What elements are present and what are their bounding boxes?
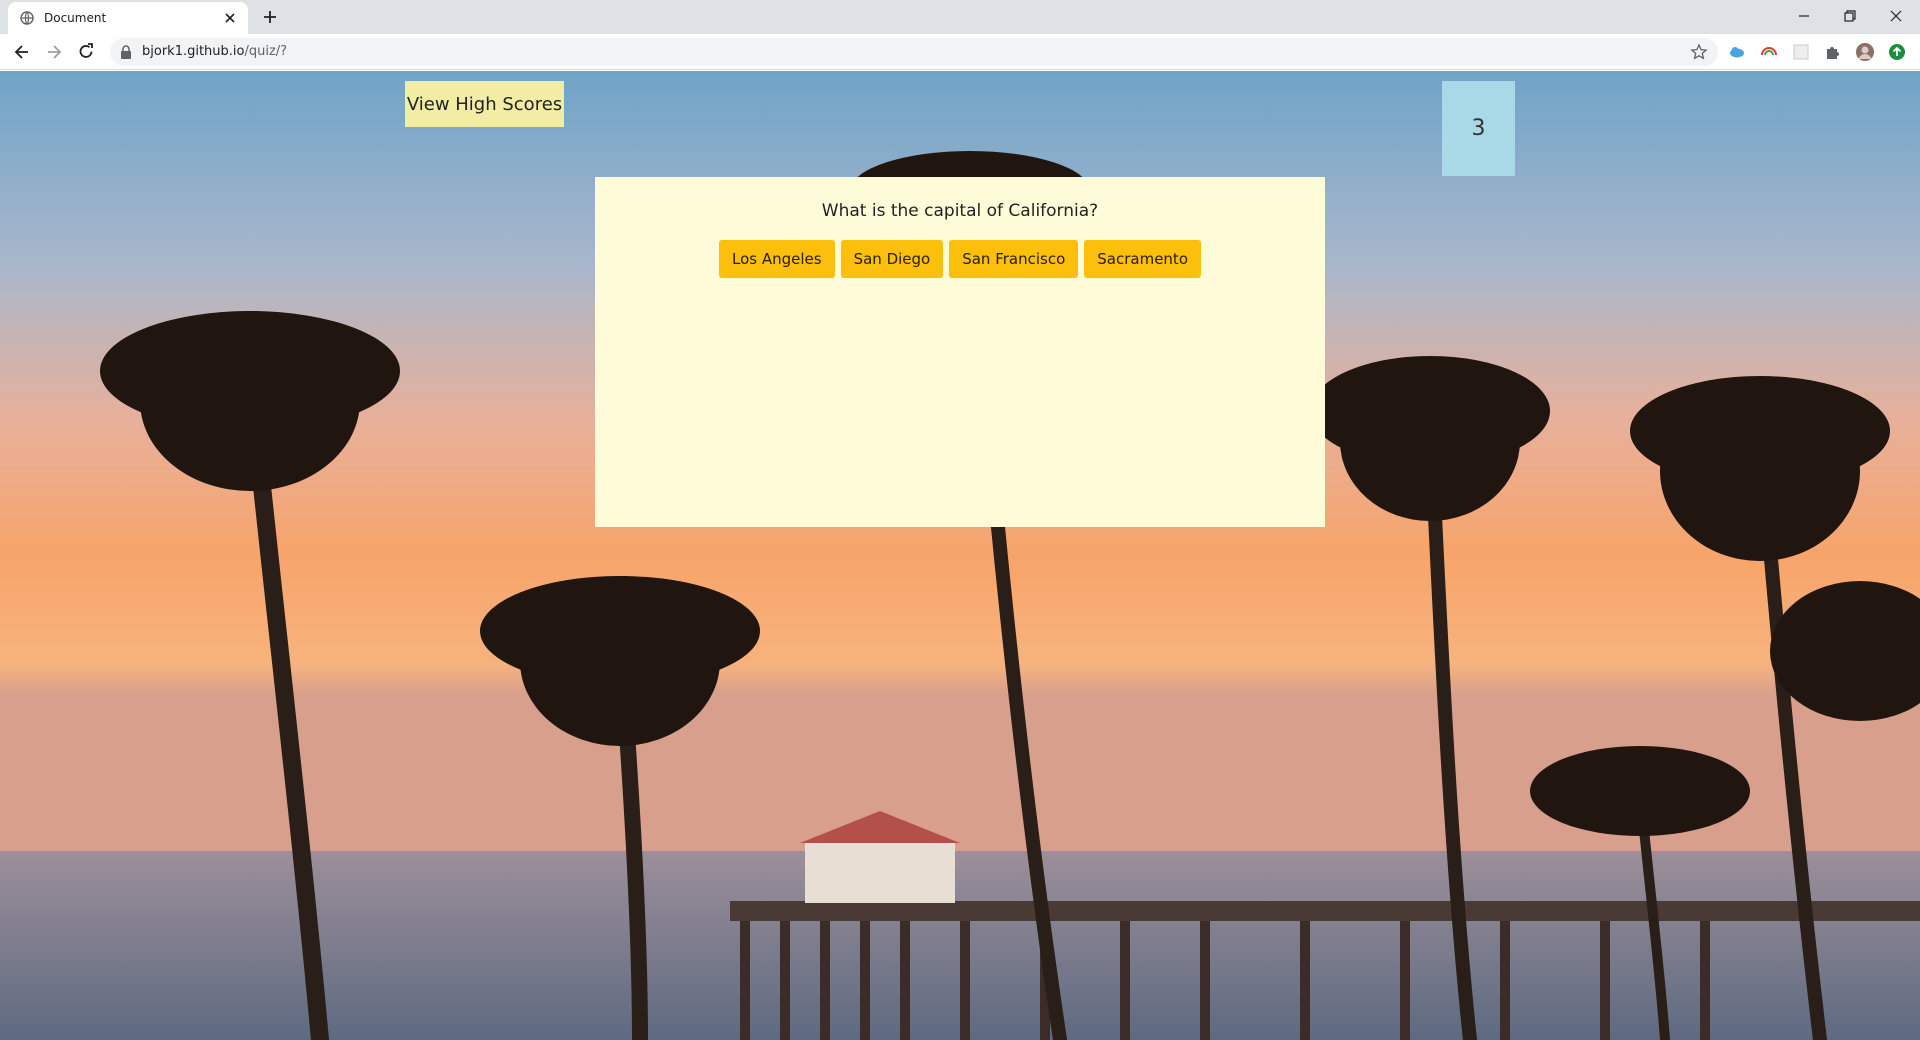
address-bar[interactable]: bjork1.github.io/quiz/? [110,38,1718,66]
question-text: What is the capital of California? [821,201,1099,221]
puzzle-icon[interactable] [1824,43,1842,61]
close-window-icon[interactable] [1886,6,1906,26]
new-tab-icon[interactable] [260,7,280,27]
forward-arrow-icon[interactable] [44,42,64,62]
answer-button-los-angeles[interactable]: Los Angeles [718,240,835,278]
tab-strip: Document [0,0,1920,34]
back-arrow-icon[interactable] [12,42,32,62]
page-viewport: View High Scores 3 What is the capital o… [0,71,1920,1040]
blank-extension-icon[interactable] [1792,43,1810,61]
url-host: bjork1.github.io [142,44,245,59]
profile-avatar-icon[interactable] [1856,43,1874,61]
reload-icon[interactable] [76,42,96,62]
tab-title: Document [44,11,107,25]
close-tab-icon[interactable] [222,10,238,26]
lock-icon[interactable] [120,45,132,59]
url-text[interactable]: bjork1.github.io/quiz/? [142,44,287,59]
view-high-scores-button[interactable]: View High Scores [405,81,564,127]
cloud-extension-icon[interactable] [1728,43,1746,61]
answer-list: Los Angeles San Diego San Francisco Sacr… [595,240,1325,278]
url-path: /quiz/? [244,44,288,59]
tab-document[interactable]: Document [8,2,248,34]
answer-button-sacramento[interactable]: Sacramento [1084,240,1201,278]
minimize-icon[interactable] [1794,6,1814,26]
globe-icon [20,11,34,25]
answer-button-san-diego[interactable]: San Diego [840,240,944,278]
restore-icon[interactable] [1840,6,1860,26]
star-icon[interactable] [1690,43,1708,61]
browser-toolbar: bjork1.github.io/quiz/? [0,34,1920,70]
timer-display: 3 [1442,81,1515,176]
quiz-card: What is the capital of California? Los A… [595,177,1325,527]
update-icon[interactable] [1888,43,1906,61]
answer-button-san-francisco[interactable]: San Francisco [949,240,1079,278]
rainbow-extension-icon[interactable] [1760,43,1778,61]
